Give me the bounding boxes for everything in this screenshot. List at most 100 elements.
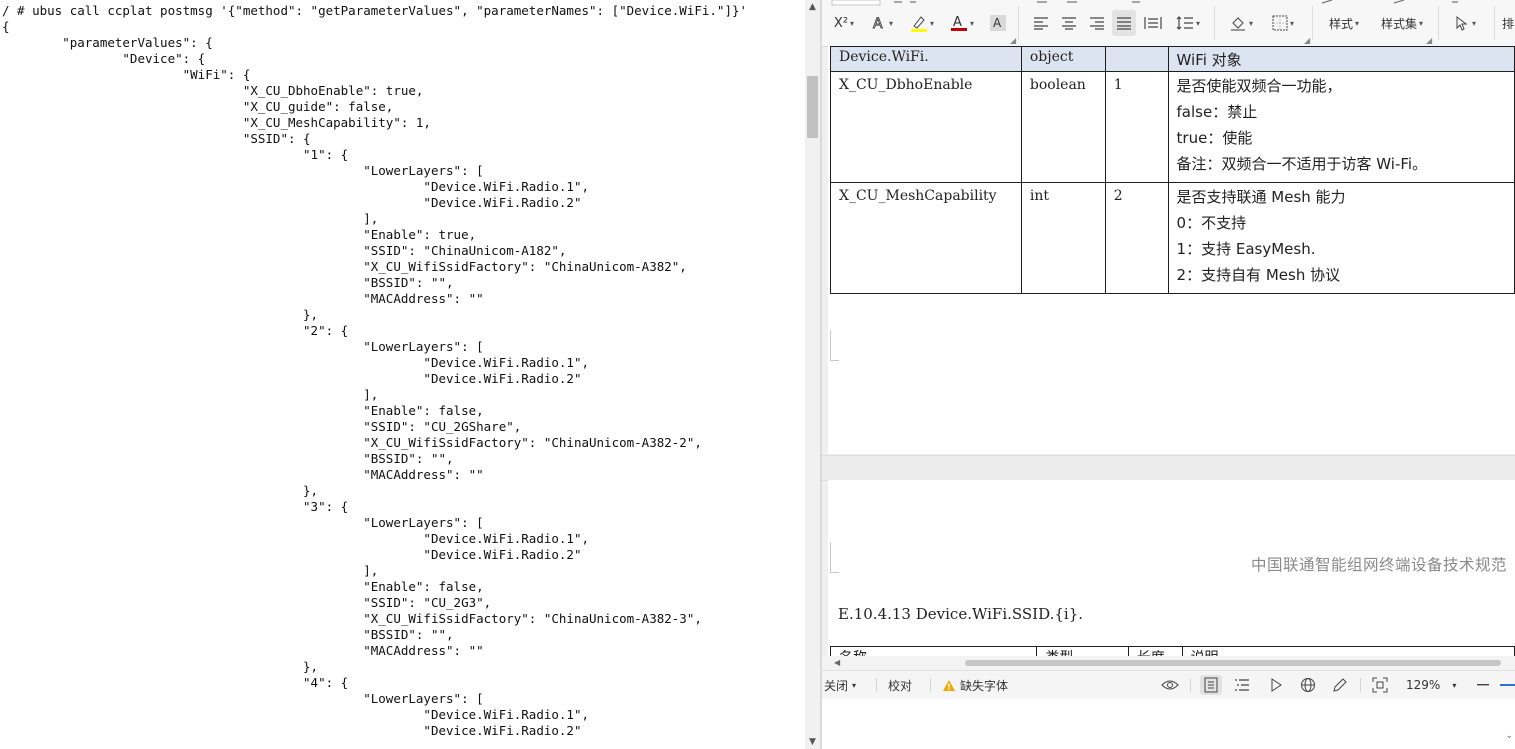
globe-icon: [1301, 678, 1315, 692]
style-set-label: 样式集: [1380, 16, 1417, 31]
styles-dialog-launcher-icon[interactable]: ◢: [1426, 36, 1432, 45]
close-menu-button[interactable]: 关闭 ▾: [824, 675, 856, 695]
cell-desc: 是否支持联通 Mesh 能力 0：不支持 1：支持 EasyMesh. 2：支持…: [1167, 182, 1515, 294]
chevron-down-icon: ▾: [852, 680, 857, 690]
desc-line: 1：支持 EasyMesh.: [1176, 240, 1316, 258]
desc-line: 2：支持自有 Mesh 协议: [1176, 266, 1341, 284]
terminal-output: / # ubus call ccplat postmsg '{"method":…: [2, 3, 748, 738]
cell-length: 1: [1104, 71, 1169, 183]
align-left-icon: [1034, 17, 1048, 30]
outline-view-button[interactable]: [1232, 675, 1252, 695]
terminal-pane[interactable]: / # ubus call ccplat postmsg '{"method":…: [0, 0, 805, 749]
select-button[interactable]: ▾: [1448, 10, 1482, 36]
crop-mark: [830, 542, 839, 573]
cell-length: 长度: [1127, 646, 1183, 656]
zoom-slider-track[interactable]: [1500, 684, 1515, 686]
crop-mark: [830, 330, 839, 361]
select-icon: [1456, 15, 1468, 31]
eye-icon: [1161, 680, 1179, 690]
page-gap: [822, 455, 1515, 481]
text-effect-icon: A: [873, 16, 884, 31]
font-dialog-launcher-icon[interactable]: ◢: [1010, 36, 1016, 45]
font-color-icon: A: [950, 15, 967, 31]
font-color-button[interactable]: A ▾: [946, 10, 978, 36]
terminal-scroll-thumb[interactable]: [807, 76, 818, 138]
status-separator: [876, 678, 877, 692]
cell-length: 2: [1104, 182, 1169, 294]
desc-line: 备注：双频合一不适用于访客 Wi-Fi。: [1176, 155, 1428, 173]
page-view-button[interactable]: [1200, 675, 1222, 695]
pen-button[interactable]: [1330, 675, 1350, 695]
scroll-up-arrow-icon[interactable]: ▲: [805, 0, 820, 14]
zoom-slider[interactable]: [1500, 675, 1515, 695]
distributed-button[interactable]: [1142, 10, 1164, 36]
play-icon: [1271, 678, 1282, 692]
zoom-dropdown[interactable]: 129% ▾: [1406, 675, 1456, 695]
text-effect-button[interactable]: A ▾: [866, 10, 898, 36]
proofread-button[interactable]: 校对: [888, 675, 912, 695]
line-spacing-icon: [1176, 16, 1193, 30]
cell-name: X_CU_DbhoEnable: [830, 71, 1022, 183]
warning-icon: [943, 679, 955, 691]
fit-screen-button[interactable]: [1370, 675, 1390, 695]
line-spacing-button[interactable]: ▾: [1172, 10, 1204, 36]
highlight-button[interactable]: ▾: [906, 10, 938, 36]
ssid-table: 名称 类型 长度 说明: [829, 646, 1515, 656]
align-center-button[interactable]: [1058, 10, 1080, 36]
table-row: X_CU_MeshCapability int 2 是否支持联通 Mesh 能力…: [830, 182, 1515, 294]
cell-name: Device.WiFi.: [830, 46, 1022, 72]
char-shading-icon: A: [990, 15, 1006, 31]
ribbon-separator: [1214, 6, 1215, 40]
outline-icon: [1235, 679, 1249, 691]
document-page[interactable]: 中国联通智能组网终端设备技术规范 E.10.4.13 Device.WiFi.S…: [828, 480, 1515, 656]
table-row: X_CU_DbhoEnable boolean 1 是否使能双频合一功能， fa…: [830, 71, 1515, 183]
chevron-down-icon[interactable]: ⌄: [1505, 731, 1513, 741]
style-set-button[interactable]: 样式集 ▾: [1374, 10, 1430, 36]
missing-font-button[interactable]: 缺失字体: [942, 675, 1008, 695]
parameter-table: Device.WiFi. object WiFi 对象 X_CU_DbhoEna…: [830, 46, 1515, 294]
document-page[interactable]: Device.WiFi. object WiFi 对象 X_CU_DbhoEna…: [828, 46, 1515, 454]
cell-desc: 说明: [1181, 646, 1515, 656]
play-button[interactable]: [1266, 675, 1286, 695]
scroll-left-arrow-icon[interactable]: ◀: [834, 656, 840, 670]
pen-icon: [1333, 678, 1347, 692]
superscript-button[interactable]: X² ▾: [828, 10, 860, 36]
status-bar: 关闭 ▾ 校对 缺失字体 129% ▾: [822, 670, 1515, 699]
borders-button[interactable]: ▾: [1266, 10, 1300, 36]
table-header-row: Device.WiFi. object WiFi 对象: [830, 46, 1515, 72]
cell-name: X_CU_MeshCapability: [830, 182, 1022, 294]
scroll-down-arrow-icon[interactable]: ▼: [805, 735, 820, 749]
missing-font-label: 缺失字体: [960, 678, 1009, 693]
desc-line: 是否支持联通 Mesh 能力: [1176, 188, 1346, 206]
justify-button[interactable]: [1112, 10, 1136, 36]
running-header: 中国联通智能组网终端设备技术规范: [1250, 556, 1507, 574]
terminal-scrollbar[interactable]: ▲ ▼: [805, 0, 820, 749]
cell-type: int: [1020, 182, 1106, 294]
char-shading-button[interactable]: A: [986, 10, 1010, 36]
reading-mode-button[interactable]: [1160, 675, 1180, 695]
cell-type: boolean: [1020, 71, 1106, 183]
align-left-button[interactable]: [1030, 10, 1052, 36]
ribbon-toolbar: X² ▾ A ▾ ▾ A ▾ A ▾ ▾ ▾ 样式 ▾ 样式集 ▾ ▾ 排 ◢ …: [822, 0, 1515, 47]
cell-desc: 是否使能双频合一功能， false：禁止 true：使能 备注：双频合一不适用于…: [1167, 71, 1515, 183]
chevron-down-icon: ▾: [1452, 680, 1457, 690]
svg-text:A: A: [993, 16, 1002, 30]
horizontal-scrollbar[interactable]: ◀: [822, 656, 1515, 670]
style-button[interactable]: 样式 ▾: [1324, 10, 1364, 36]
arrange-button[interactable]: 排: [1502, 10, 1515, 36]
section-heading: E.10.4.13 Device.WiFi.SSID.{i}.: [838, 605, 1084, 623]
zoom-out-button[interactable]: [1474, 675, 1492, 695]
paragraph-dialog-launcher-icon[interactable]: ◢: [1304, 36, 1310, 45]
fit-screen-icon: [1372, 677, 1388, 693]
shading-icon: [1230, 17, 1245, 31]
align-right-icon: [1090, 17, 1104, 30]
align-center-icon: [1062, 17, 1076, 30]
web-view-button[interactable]: [1298, 675, 1318, 695]
proofread-label: 校对: [888, 678, 913, 693]
horizontal-scroll-thumb[interactable]: [965, 660, 1501, 666]
shading-button[interactable]: ▾: [1224, 10, 1258, 36]
desc-line: false：禁止: [1176, 103, 1258, 121]
align-right-button[interactable]: [1086, 10, 1108, 36]
desc-line: true：使能: [1176, 129, 1253, 147]
justify-icon: [1117, 17, 1131, 30]
